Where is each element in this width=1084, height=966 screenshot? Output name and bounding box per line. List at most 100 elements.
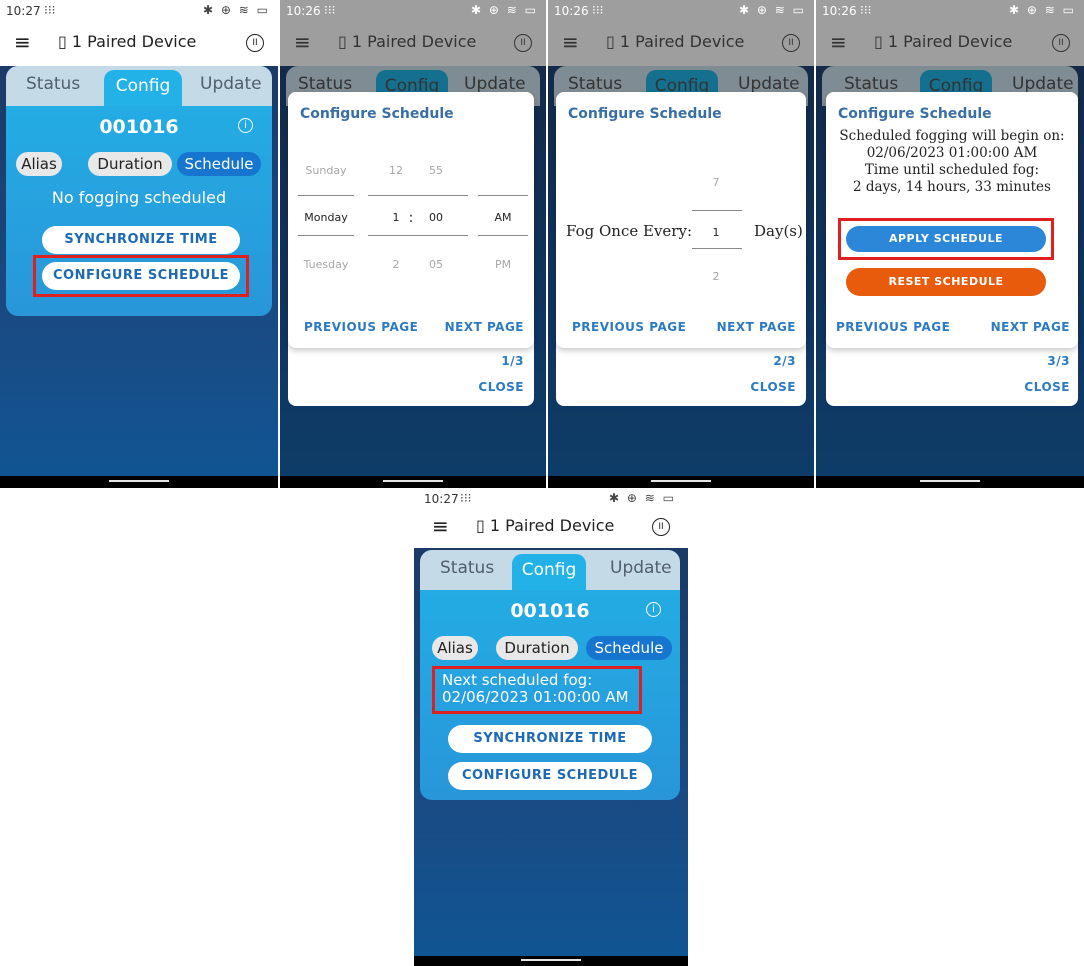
hour-selected[interactable]: 1 bbox=[384, 211, 408, 224]
hour-below[interactable]: 2 bbox=[384, 258, 408, 271]
previous-page-button[interactable]: PREVIOUS PAGE bbox=[836, 320, 950, 334]
picker-line bbox=[478, 195, 528, 196]
info-icon[interactable]: i bbox=[646, 602, 661, 617]
next-page-button[interactable]: NEXT PAGE bbox=[991, 320, 1070, 334]
interval-below[interactable]: 2 bbox=[706, 270, 726, 283]
interval-selected[interactable]: 1 bbox=[706, 226, 726, 239]
configure-schedule-dialog: Configure Schedule 7 Fog Once Every: 1 D… bbox=[556, 92, 806, 406]
home-indicator[interactable] bbox=[383, 480, 443, 482]
day-selected[interactable]: Monday bbox=[298, 211, 354, 224]
picker-line bbox=[692, 248, 742, 249]
home-indicator[interactable] bbox=[920, 480, 980, 482]
synchronize-time-button[interactable]: SYNCHRONIZE TIME bbox=[42, 226, 240, 254]
info-icon[interactable]: i bbox=[238, 118, 253, 133]
device-id: 001016 bbox=[99, 116, 179, 138]
close-button[interactable]: CLOSE bbox=[1024, 380, 1070, 394]
hamburger-icon[interactable]: ≡ bbox=[830, 30, 847, 54]
page-indicator: 3/3 bbox=[1047, 354, 1070, 368]
dialog-title: Configure Schedule bbox=[300, 106, 454, 122]
phone-icon: ▯ bbox=[338, 32, 347, 51]
tab-config[interactable]: Config bbox=[104, 70, 182, 106]
phone-icon: ▯ bbox=[58, 32, 67, 51]
dialog-page: Configure Schedule Scheduled fogging wil… bbox=[826, 92, 1078, 348]
paired-device-title[interactable]: ▯ 1 Paired Device bbox=[338, 32, 476, 51]
hamburger-icon[interactable]: ≡ bbox=[562, 30, 579, 54]
configure-schedule-button[interactable]: CONFIGURE SCHEDULE bbox=[448, 762, 652, 790]
pause-icon[interactable]: II bbox=[782, 34, 800, 52]
fog-once-every-label: Fog Once Every: bbox=[566, 222, 692, 240]
pause-icon[interactable]: II bbox=[246, 34, 264, 52]
page-indicator: 2/3 bbox=[773, 354, 796, 368]
status-icons: ✱ ⊕ ≋ ▭ bbox=[471, 3, 538, 17]
paired-device-title[interactable]: ▯ 1 Paired Device bbox=[58, 32, 196, 51]
schedule-chip[interactable]: Schedule bbox=[586, 636, 672, 660]
time-until-value: 2 days, 14 hours, 33 minutes bbox=[853, 179, 1051, 195]
duration-chip[interactable]: Duration bbox=[496, 636, 578, 660]
nav-bar bbox=[548, 476, 814, 488]
previous-page-button[interactable]: PREVIOUS PAGE bbox=[572, 320, 686, 334]
paired-device-title[interactable]: ▯ 1 Paired Device bbox=[874, 32, 1012, 51]
min-below[interactable]: 05 bbox=[424, 258, 448, 271]
clock: 10:26 bbox=[286, 4, 321, 18]
tab-config[interactable]: Config bbox=[512, 554, 586, 590]
app-bar: ≡ ▯ 1 Paired Device II bbox=[0, 22, 278, 66]
tab-update: Update bbox=[1012, 74, 1074, 94]
hamburger-icon[interactable]: ≡ bbox=[294, 30, 311, 54]
tab-status[interactable]: Status bbox=[26, 74, 80, 94]
highlight-apply bbox=[838, 218, 1054, 260]
pause-icon[interactable]: II bbox=[514, 34, 532, 52]
tab-status: Status bbox=[844, 74, 899, 94]
alias-chip[interactable]: Alias bbox=[432, 636, 478, 660]
tab-status[interactable]: Status bbox=[440, 558, 494, 578]
paired-device-title[interactable]: ▯ 1 Paired Device bbox=[606, 32, 744, 51]
dialog-page: Configure Schedule Sunday 12 55 Monday 1… bbox=[288, 92, 534, 348]
phone-screen-5: 10:27 ⁝⁝⁝ ✱ ⊕ ≋ ▭ ≡ ▯ 1 Paired Device II… bbox=[414, 488, 688, 966]
paired-device-title[interactable]: ▯ 1 Paired Device bbox=[476, 516, 614, 535]
phone-screen-3: 10:26 ⁝⁝⁝ ✱ ⊕ ≋ ▭ ≡ ▯ 1 Paired Device II… bbox=[548, 0, 814, 488]
highlight-next-fog bbox=[432, 666, 642, 714]
nav-bar bbox=[414, 956, 688, 966]
ampm-selected[interactable]: AM bbox=[488, 211, 518, 224]
tab-status: Status bbox=[568, 74, 623, 94]
hour-above[interactable]: 12 bbox=[384, 164, 408, 177]
min-selected[interactable]: 00 bbox=[424, 211, 448, 224]
app-grid-icon: ⁝⁝⁝ bbox=[44, 3, 56, 17]
next-page-button[interactable]: NEXT PAGE bbox=[717, 320, 796, 334]
picker-line bbox=[368, 195, 468, 196]
next-page-button[interactable]: NEXT PAGE bbox=[445, 320, 524, 334]
synchronize-time-button[interactable]: SYNCHRONIZE TIME bbox=[448, 725, 652, 753]
pause-icon[interactable]: II bbox=[652, 518, 670, 536]
nav-bar bbox=[816, 476, 1084, 488]
app-grid-icon: ⁝⁝⁝ bbox=[592, 3, 604, 17]
hamburger-icon[interactable]: ≡ bbox=[432, 514, 449, 538]
configure-schedule-dialog: Configure Schedule Scheduled fogging wil… bbox=[826, 92, 1078, 406]
min-above[interactable]: 55 bbox=[424, 164, 448, 177]
status-icons: ✱ ⊕ ≋ ▭ bbox=[203, 3, 270, 17]
previous-page-button[interactable]: PREVIOUS PAGE bbox=[304, 320, 418, 334]
alias-chip[interactable]: Alias bbox=[16, 152, 62, 176]
duration-chip[interactable]: Duration bbox=[88, 152, 172, 176]
nav-bar bbox=[280, 476, 546, 488]
home-indicator[interactable] bbox=[521, 959, 581, 961]
phone-screen-1: 10:27 ⁝⁝⁝ ✱ ⊕ ≋ ▭ ≡ ▯ 1 Paired Device II… bbox=[0, 0, 278, 488]
app-grid-icon: ⁝⁝⁝ bbox=[860, 3, 872, 17]
tab-bar: Status Config Update bbox=[6, 66, 272, 106]
config-card: Status Config Update 001016 i Alias Dura… bbox=[6, 66, 272, 316]
pause-icon[interactable]: II bbox=[1052, 34, 1070, 52]
day-above[interactable]: Sunday bbox=[298, 164, 354, 177]
ampm-below[interactable]: PM bbox=[488, 258, 518, 271]
home-indicator[interactable] bbox=[651, 480, 711, 482]
app-grid-icon: ⁝⁝⁝ bbox=[324, 3, 336, 17]
close-button[interactable]: CLOSE bbox=[750, 380, 796, 394]
hamburger-icon[interactable]: ≡ bbox=[14, 30, 31, 54]
tab-update[interactable]: Update bbox=[200, 74, 262, 94]
interval-above[interactable]: 7 bbox=[706, 176, 726, 189]
day-below[interactable]: Tuesday bbox=[298, 258, 354, 271]
schedule-chip[interactable]: Schedule bbox=[177, 152, 261, 176]
close-button[interactable]: CLOSE bbox=[478, 380, 524, 394]
tab-update[interactable]: Update bbox=[610, 558, 672, 578]
picker-line bbox=[478, 235, 528, 236]
home-indicator[interactable] bbox=[109, 480, 169, 482]
config-card: Status Config Update 001016 i Alias Dura… bbox=[420, 550, 680, 800]
reset-schedule-button[interactable]: RESET SCHEDULE bbox=[846, 268, 1046, 296]
